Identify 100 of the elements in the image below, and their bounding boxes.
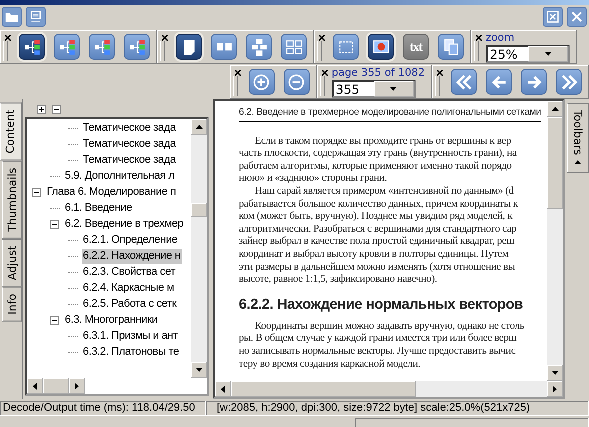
text-line: но записывать нормальные векторы. Лучше предоставить вычис (239, 346, 517, 358)
tree-icon (128, 38, 146, 56)
tree-item[interactable]: Тематическое зада (82, 120, 178, 136)
collapse-icon[interactable] (50, 316, 59, 324)
close-icon (570, 10, 584, 24)
two-pages-button[interactable] (211, 34, 237, 60)
tree-item[interactable]: 6.2.3. Свойства сет (82, 264, 177, 280)
side-tab[interactable]: Info (2, 287, 22, 322)
single-page-button[interactable] (176, 34, 202, 60)
monitor-button[interactable] (26, 7, 46, 27)
tree-item[interactable]: 6.2. Введение в трехмер (64, 216, 185, 232)
scroll-thumb[interactable] (43, 378, 69, 394)
next-page-button[interactable] (521, 69, 547, 95)
scroll-down-icon[interactable] (552, 371, 558, 375)
dropdown-arrow-icon (390, 87, 398, 91)
text-line: нюю» и «заднюю» стороны грани. (239, 173, 388, 186)
expand-all-icon[interactable] (37, 104, 46, 114)
text-line: Координаты вершин можно задавать вручную, однако не столь (254, 320, 526, 334)
tree-icon (24, 38, 40, 56)
zoom-out-button[interactable] (284, 69, 310, 95)
collapse-icon[interactable] (32, 188, 41, 196)
tree-item[interactable]: 5.9. Дополнительная л (64, 168, 176, 184)
caret-icon (574, 160, 582, 165)
tree-item[interactable]: 6.3.2. Платоновы те (82, 344, 180, 360)
close-icon[interactable] (476, 35, 482, 41)
text-line: ком (может быть, вручную). Позднее мы увидим ряд моделей, к (239, 211, 514, 224)
restore-button[interactable] (543, 7, 563, 27)
horizontal-scrollbar[interactable] (215, 381, 563, 397)
arrow-right-icon (526, 74, 542, 90)
text-button[interactable]: txt (403, 34, 429, 60)
toolbars-tab[interactable]: Toolbars (567, 103, 589, 174)
side-tab[interactable]: Content (0, 103, 22, 161)
monitor-icon (29, 10, 43, 24)
grid-icon (286, 38, 302, 56)
vertical-scrollbar[interactable] (547, 101, 563, 381)
grid-view-button[interactable] (281, 34, 307, 60)
text-line: рабатывается большое количество данных, причем координаты к (239, 198, 520, 212)
running-head: 6.2. Введение в трехмерное моделирование полигональными сетками (239, 107, 542, 122)
close-icon[interactable] (5, 35, 11, 41)
close-icon[interactable] (162, 35, 168, 41)
collapse-all-icon[interactable] (52, 104, 61, 114)
first-page-button[interactable] (451, 69, 477, 95)
scroll-thumb[interactable] (191, 203, 207, 217)
select-button[interactable] (333, 34, 359, 60)
open-button[interactable] (2, 7, 22, 27)
zoom-in-button[interactable] (248, 69, 275, 95)
copy-button[interactable] (438, 34, 464, 60)
tree-item[interactable]: Тематическое зада (82, 152, 178, 168)
web-button[interactable] (368, 34, 394, 60)
close-icon[interactable] (437, 70, 443, 76)
tree-item[interactable]: Глава 6. Моделирование п (46, 184, 178, 200)
scroll-up-icon[interactable] (196, 125, 202, 129)
tree-item[interactable]: 6.2.1. Определение (82, 232, 179, 248)
close-icon[interactable] (234, 70, 241, 76)
scroll-thumb[interactable] (547, 117, 563, 209)
tree-item[interactable]: 6.3. Многогранники (64, 312, 159, 328)
tree-item[interactable]: Тематическое зада (82, 136, 178, 152)
combo-box[interactable]: 25% (486, 45, 570, 63)
text-line: часть плоскости, содержащая эту грань (внутренность грани), на (239, 148, 518, 161)
text-line: алгоритмически. Разобраться с вершинами для стандартного сар (239, 224, 518, 236)
zoom-in-icon (253, 74, 270, 90)
scroll-right-icon[interactable] (553, 386, 557, 392)
scroll-down-icon[interactable] (196, 368, 202, 372)
horizontal-scrollbar[interactable] (27, 378, 85, 394)
tree-item[interactable]: 6.2.4. Каркасные м (82, 280, 176, 296)
side-tab[interactable]: Thumbnails (2, 160, 22, 239)
scroll-right-icon[interactable] (75, 382, 79, 390)
scroll-up-icon[interactable] (552, 107, 558, 111)
double-chevron-left-icon (456, 74, 472, 90)
vertical-scrollbar[interactable] (191, 119, 207, 378)
tree-icon (58, 38, 76, 56)
combo-box[interactable]: 355 (332, 80, 416, 98)
tree-item[interactable]: 6.1. Введение (64, 200, 134, 216)
section-heading: 6.2.2. Нахождение нормальных векторов (239, 296, 524, 314)
tree-item[interactable]: 6.2.5. Работа с сетк (82, 296, 178, 312)
text-line: высоте, равное 1:1,5, зафиксировано навечно). (239, 274, 438, 287)
dropdown-arrow-icon (544, 52, 552, 56)
zoom-out-icon (288, 74, 306, 90)
scroll-thumb[interactable] (231, 381, 416, 397)
scroll-left-icon[interactable] (33, 382, 37, 390)
side-tab[interactable]: Adjust (2, 238, 22, 288)
selection-icon (338, 38, 354, 56)
text-line: ры. В общем случае у каждой грани имеется три или более верш (239, 333, 518, 346)
continuous-button[interactable] (246, 34, 272, 60)
close-button[interactable] (567, 7, 587, 27)
close-icon[interactable] (322, 70, 328, 76)
tree-item[interactable]: 6.2.2. Нахождение н (82, 248, 182, 264)
combo-label: page 355 of 1082 (332, 67, 425, 79)
text-line: теру во время создания каркасной модели. (239, 358, 422, 372)
collapse-icon[interactable] (50, 220, 59, 228)
text-line: Если в таком порядке вы проходите грань от вершины к вер (254, 136, 512, 148)
text-line: зайнер выбрал в качестве пола простой единичный квадрат, реш (239, 236, 516, 249)
close-icon[interactable] (319, 35, 325, 41)
last-page-button[interactable] (556, 69, 582, 95)
scroll-left-icon[interactable] (221, 386, 225, 392)
text-line: Наш сарай является примером «интенсивной по данным» (d (254, 186, 515, 199)
tree-view-button[interactable] (19, 34, 45, 60)
tree-item[interactable]: 6.3.1. Призмы и ант (82, 328, 180, 344)
tree-icon (94, 38, 110, 56)
previous-page-button[interactable] (486, 69, 512, 95)
